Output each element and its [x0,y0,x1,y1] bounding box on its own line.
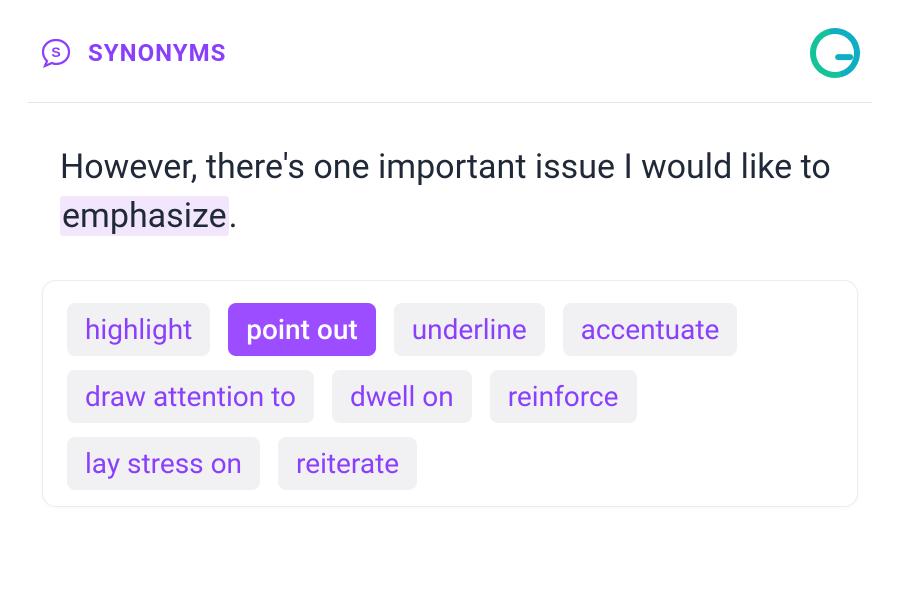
content: However, there's one important issue I w… [0,103,900,262]
synonym-chip[interactable]: highlight [67,303,210,356]
synonym-chip[interactable]: reinforce [490,370,637,423]
synonyms-badge-icon: S [40,37,72,69]
synonym-chip[interactable]: accentuate [563,303,738,356]
header: S SYNONYMS [0,0,900,102]
synonym-chip[interactable]: point out [228,303,375,356]
header-title: SYNONYMS [88,39,226,67]
sentence-before: However, there's one important issue I w… [60,147,831,187]
synonym-chip[interactable]: dwell on [332,370,472,423]
synonym-chip[interactable]: reiterate [278,437,417,490]
synonym-chips: highlight point out underline accentuate dra… [67,303,833,490]
sentence-text: However, there's one important issue I w… [60,143,840,242]
sentence-after: . [229,196,238,236]
synonyms-card: highlight point out underline accentuate dra… [42,280,858,507]
header-left: S SYNONYMS [40,37,226,69]
synonym-chip[interactable]: draw attention to [67,370,314,423]
synonym-chip[interactable]: lay stress on [67,437,260,490]
highlighted-word[interactable]: emphasize [60,196,229,236]
svg-text:S: S [51,44,60,60]
synonym-chip[interactable]: underline [394,303,545,356]
grammarly-logo-icon [801,19,869,87]
